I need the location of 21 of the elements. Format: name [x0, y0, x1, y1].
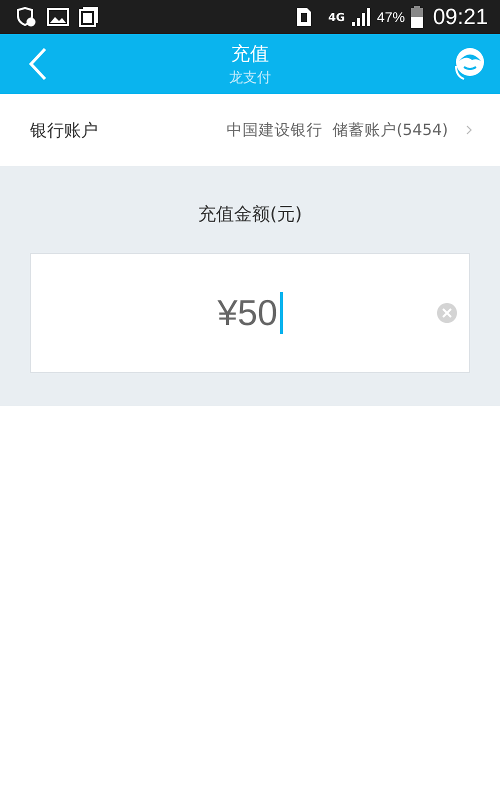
shield-icon: [15, 7, 37, 27]
sim-card-icon: [296, 7, 312, 27]
text-cursor: [280, 292, 283, 334]
chevron-icon: [466, 125, 472, 135]
signal-icon: [350, 8, 371, 26]
image-icon: [47, 8, 69, 26]
battery-percent: 47%: [376, 9, 405, 25]
amount-value: ¥50: [217, 292, 278, 334]
amount-title: 充值金额(元): [198, 203, 302, 226]
clock: 09:21: [432, 4, 488, 30]
page-subtitle: 龙支付: [229, 69, 271, 87]
bank-account-row[interactable]: 银行账户 中国建设银行 储蓄账户(5454): [0, 94, 500, 166]
clear-icon[interactable]: [437, 303, 457, 323]
bank-account-label: 银行账户: [30, 120, 99, 142]
amount-field[interactable]: ¥50: [30, 253, 470, 373]
battery-icon: [410, 6, 423, 28]
bank-account-value: 中国建设银行 储蓄账户(5454): [226, 120, 448, 140]
back-icon[interactable]: [28, 47, 48, 81]
page-title: 充值: [231, 42, 269, 67]
network-type: 4G: [328, 10, 345, 24]
document-icon: [79, 6, 99, 28]
